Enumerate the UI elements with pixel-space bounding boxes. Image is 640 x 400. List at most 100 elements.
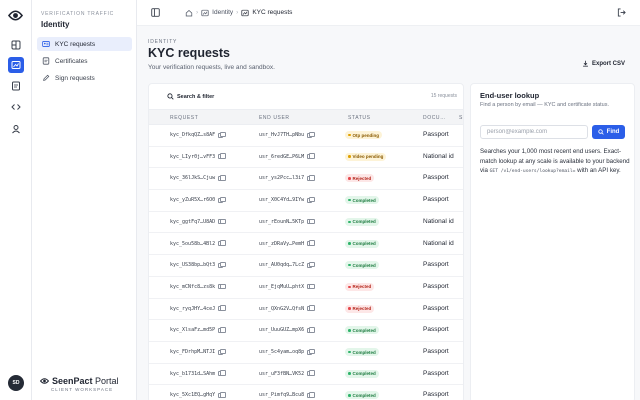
dashboard-icon[interactable] (10, 39, 22, 51)
document-cell: Passport (423, 370, 449, 377)
sign-out-button[interactable] (617, 8, 626, 17)
table-row[interactable]: kyc_FDrhpM…NTJI usr_5c4yam…oq8p Completed P… (149, 342, 463, 364)
copy-icon[interactable] (218, 175, 226, 181)
sidebar-item-label: Certificates (55, 57, 88, 65)
status-label: Completed (352, 371, 376, 377)
status-label: Rejected (352, 175, 372, 181)
search-icon (597, 129, 604, 135)
table-row[interactable]: kyc_LIyr0j…vFF3 usr_6redGE…P6LM Video pend… (149, 147, 463, 169)
copy-icon[interactable] (307, 196, 315, 203)
table-row[interactable]: kyc_XlsaFz…md5P usr_UuuGUZ…mpX6 Completed P… (149, 320, 463, 342)
document-cell: Passport (423, 261, 449, 268)
copy-icon[interactable] (218, 370, 226, 377)
column-header-document[interactable]: DOCU… (423, 115, 446, 121)
copy-icon[interactable] (218, 153, 226, 160)
chevron-right-icon: › (236, 9, 239, 16)
document-cell: Passport (423, 326, 449, 333)
table-row[interactable]: kyc_36lJkS…Cjuw usr_ys2Pcc…l3i7 Rejected Pa… (149, 168, 463, 191)
user-icon[interactable] (10, 123, 22, 135)
document-type: Passport (423, 391, 449, 399)
sidebar-item-sign-requests[interactable]: Sign requests (37, 71, 132, 85)
end-user-id: usr_X0C4Yd…9IYw (259, 197, 305, 204)
copy-icon[interactable] (218, 348, 226, 355)
sidebar-item-kyc-requests[interactable]: KYC requests (37, 37, 132, 51)
end-user-cell: usr_uF3fBN…VK52 (259, 370, 315, 377)
copy-icon[interactable] (307, 131, 315, 138)
lookup-email-input[interactable] (480, 125, 588, 139)
copy-icon[interactable] (307, 261, 315, 268)
copy-icon[interactable] (307, 392, 315, 398)
request-id-cell: kyc_XlsaFz…md5P (170, 326, 226, 333)
identity-icon[interactable] (8, 57, 24, 73)
status-dot-icon (348, 133, 351, 137)
copy-icon[interactable] (218, 196, 226, 203)
copy-icon[interactable] (307, 370, 315, 377)
column-header-status[interactable]: STATUS (348, 115, 371, 121)
toggle-sidebar-button[interactable] (151, 8, 160, 17)
copy-icon[interactable] (218, 392, 226, 398)
code-icon[interactable] (10, 101, 22, 113)
brand-logo: SeenPact Portal CLIENT WORKSPACE (40, 376, 130, 392)
table-row[interactable]: kyc_DfkqQZ…s8AF usr_HvJ7TH…pNbu Otp pendin… (149, 125, 463, 147)
copy-icon[interactable] (307, 326, 315, 333)
copy-icon[interactable] (307, 305, 315, 312)
status-dot-icon (348, 198, 351, 202)
status-dot-icon (348, 329, 351, 332)
sidebar-toggle-icon (151, 8, 160, 17)
table-row[interactable]: kyc_US38bp…bQt3 usr_AU0qdq…7LcZ Completed P… (149, 255, 463, 277)
find-label: Find (606, 129, 620, 135)
copy-icon[interactable] (307, 175, 315, 181)
column-header-end-user[interactable]: END USER (259, 115, 290, 121)
table-row[interactable]: kyc_b1731d…SAhm usr_uF3fBN…VK52 Completed P… (149, 364, 463, 386)
request-id: kyc_DfkqQZ…s8AF (170, 132, 216, 138)
copy-icon[interactable] (218, 218, 226, 225)
breadcrumb: › Identity › KYC requests (185, 9, 292, 17)
status-label: Rejected (352, 284, 372, 290)
table-row[interactable]: kyc_mCNfc8…zs8k usr_EjqMuU…phtX Rejected Pa… (149, 277, 463, 299)
status-badge: Completed (345, 239, 379, 248)
breadcrumb-identity[interactable]: Identity (212, 9, 233, 16)
pen-icon (43, 74, 50, 81)
document-cell: Passport (423, 131, 449, 138)
column-header-request[interactable]: REQUEST (170, 115, 198, 121)
copy-icon[interactable] (307, 348, 315, 355)
copy-icon[interactable] (218, 305, 226, 312)
request-id-cell: kyc_yZuR5X…r6O0 (170, 196, 226, 203)
find-button[interactable]: Find (592, 125, 625, 139)
status-cell: Otp pending (345, 131, 382, 139)
eye-logo-icon[interactable] (8, 8, 23, 23)
table-row[interactable]: kyc_ggtFq7…U8AD usr_rEounN…5KTp Completed N… (149, 212, 463, 234)
table-row[interactable]: kyc_ryqJHY…4ceJ usr_QXnG2V…QfsN Rejected Pa… (149, 299, 463, 321)
copy-icon[interactable] (218, 131, 226, 138)
table-row[interactable]: kyc_5Xc1EQ…gHqY usr_Pimfq9…Bcu8 Completed P… (149, 385, 463, 400)
document-cell: National id (423, 218, 454, 225)
home-icon[interactable] (185, 9, 193, 17)
copy-icon[interactable] (307, 283, 315, 290)
end-user-cell: usr_QXnG2V…QfsN (259, 305, 315, 312)
status-cell: Completed (345, 196, 379, 205)
table-row[interactable]: kyc_5ou58b…4Bl2 usr_zDRaVy…PemH Completed N… (149, 234, 463, 256)
copy-icon[interactable] (218, 261, 226, 268)
export-csv-button[interactable]: Export CSV (582, 60, 625, 67)
table-row[interactable]: kyc_yZuR5X…r6O0 usr_X0C4Yd…9IYw Completed P… (149, 190, 463, 212)
document-type: National id (423, 217, 454, 225)
column-header-started[interactable]: ST (459, 115, 463, 121)
end-user-cell: usr_5c4yam…oq8p (259, 348, 315, 355)
document-type: Passport (423, 196, 449, 204)
page-title: KYC requests (148, 46, 230, 60)
document-cell: Passport (423, 174, 449, 181)
search-filter-button[interactable]: Search & filter (162, 90, 219, 103)
page-eyebrow: IDENTITY (148, 39, 178, 45)
certificate-icon[interactable] (10, 80, 22, 92)
status-cell: Completed (345, 348, 379, 356)
copy-icon[interactable] (307, 153, 315, 160)
main-content: IDENTITY KYC requests Your verification … (137, 26, 640, 400)
copy-icon[interactable] (218, 283, 226, 290)
copy-icon[interactable] (218, 326, 226, 333)
avatar[interactable]: SD (8, 375, 24, 391)
copy-icon[interactable] (307, 240, 315, 246)
copy-icon[interactable] (307, 218, 315, 225)
icon-rail: SD (0, 0, 32, 400)
copy-icon[interactable] (218, 240, 226, 246)
sidebar-item-certificates[interactable]: Certificates (37, 54, 132, 68)
